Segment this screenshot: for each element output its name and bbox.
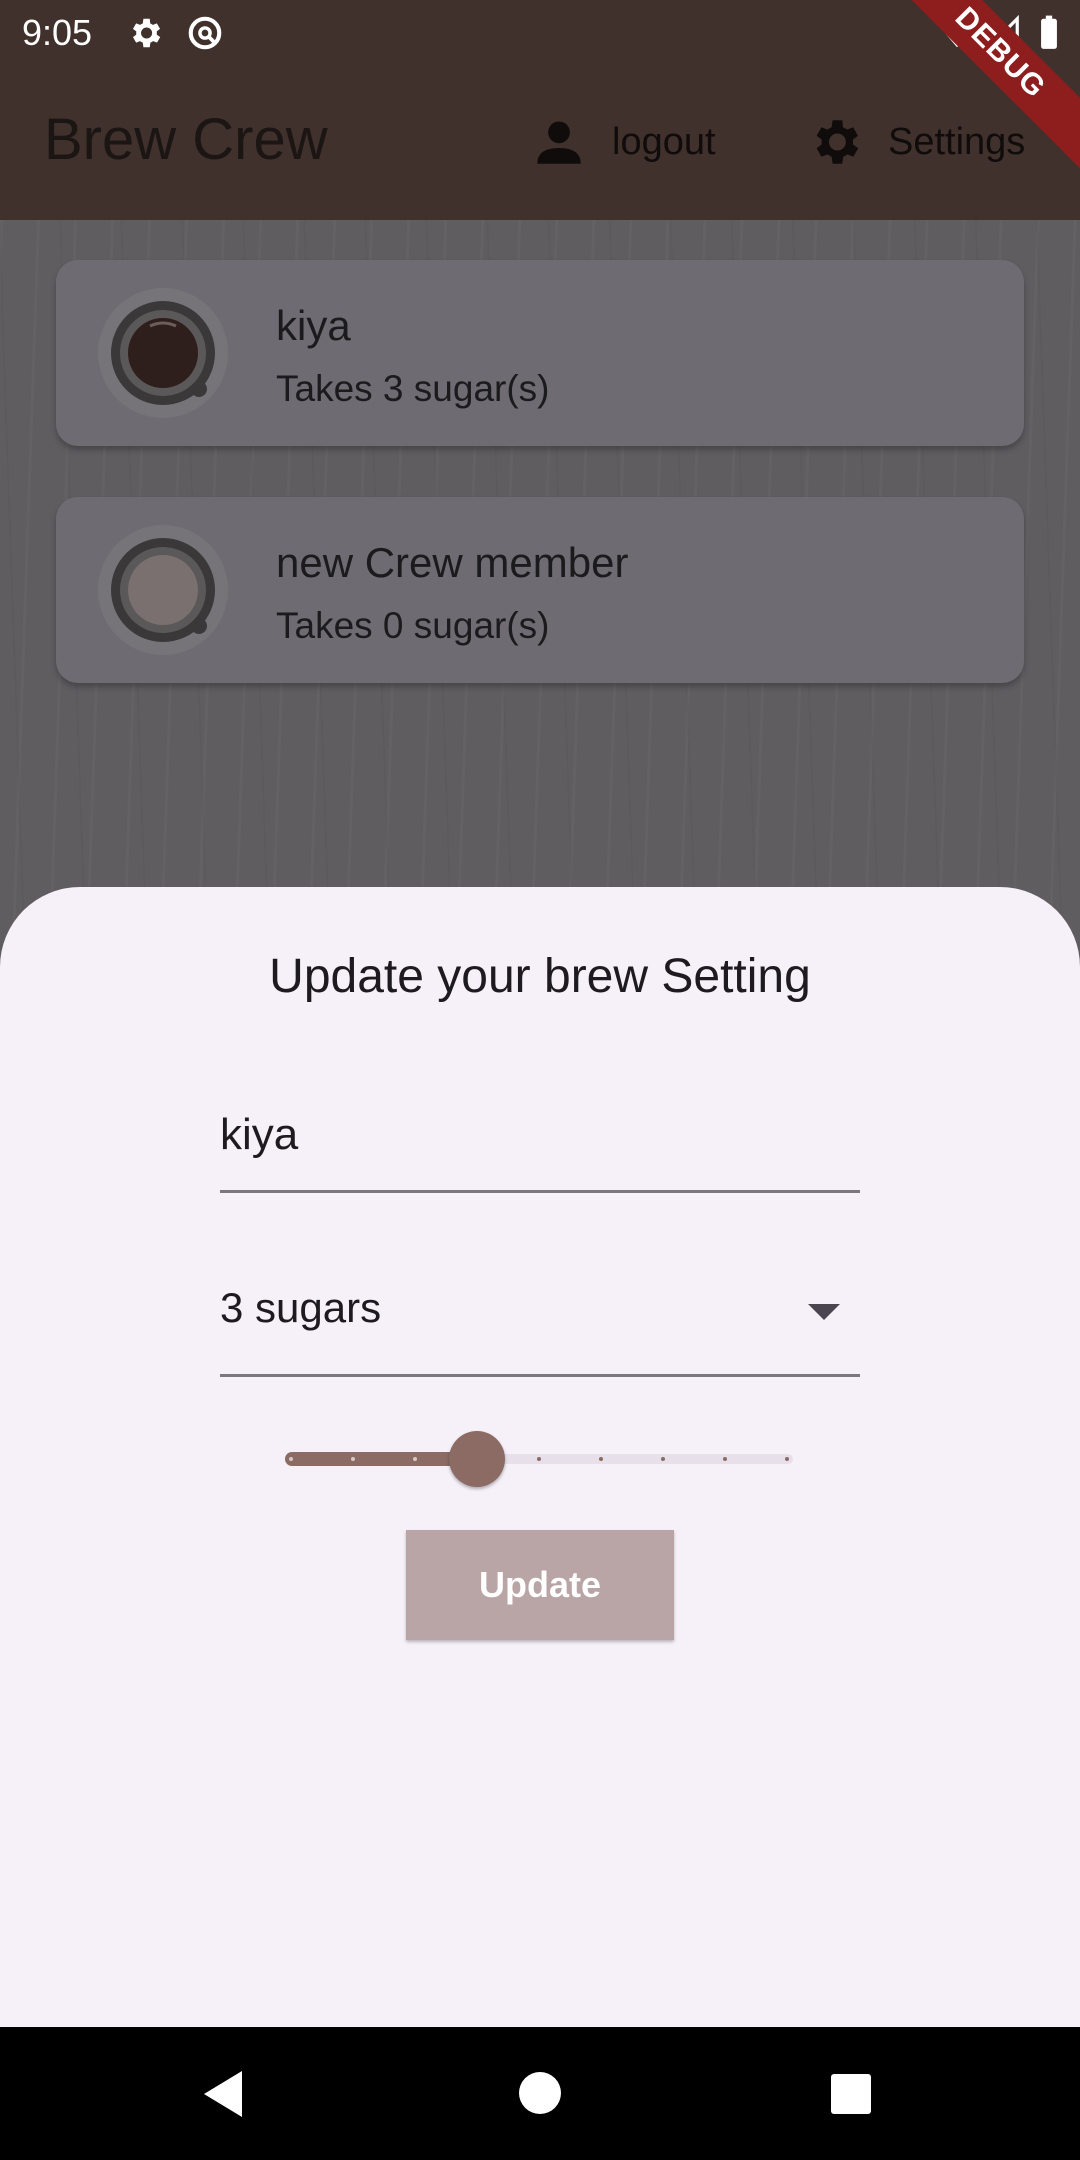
sheet-title: Update your brew Setting xyxy=(269,950,811,1003)
dropdown-arrow-icon xyxy=(808,1304,840,1320)
slider-tick xyxy=(599,1457,603,1461)
name-field-value: kiya xyxy=(220,1110,299,1159)
logout-label: logout xyxy=(612,120,716,163)
battery-icon xyxy=(1041,15,1057,49)
logout-button[interactable]: logout xyxy=(530,112,716,172)
back-icon[interactable] xyxy=(200,2069,246,2119)
slider-tick xyxy=(661,1457,665,1461)
member-name: kiya xyxy=(276,302,351,349)
settings-button[interactable]: Settings xyxy=(806,112,1025,172)
slider-tick xyxy=(537,1457,541,1461)
settings-label: Settings xyxy=(888,120,1026,163)
slider-tick xyxy=(289,1457,293,1461)
slider-tick xyxy=(723,1457,727,1461)
slider-tick xyxy=(413,1457,417,1461)
member-sugars: Takes 3 sugar(s) xyxy=(276,368,550,409)
sugars-dropdown-value: 3 sugars xyxy=(220,1284,382,1331)
coffee-cup-icon xyxy=(111,301,215,405)
sync-status-icon xyxy=(188,16,222,50)
list-item[interactable]: kiya Takes 3 sugar(s) xyxy=(56,260,1024,446)
update-button[interactable]: Update xyxy=(406,1530,674,1640)
app-bar: Brew Crew logout Settings xyxy=(0,66,1080,220)
name-field[interactable]: kiya xyxy=(220,1110,860,1193)
home-icon[interactable] xyxy=(518,2071,562,2115)
sugars-dropdown[interactable]: 3 sugars xyxy=(220,1282,860,1377)
settings-bottom-sheet: Update your brew Setting kiya 3 sugars U… xyxy=(0,887,1080,2027)
gear-icon xyxy=(816,120,859,164)
list-item[interactable]: new Crew member Takes 0 sugar(s) xyxy=(56,497,1024,683)
coffee-avatar xyxy=(98,525,228,655)
slider-tick xyxy=(785,1457,789,1461)
slider-thumb[interactable] xyxy=(449,1431,505,1487)
navigation-bar xyxy=(0,2027,1080,2160)
app-title: Brew Crew xyxy=(44,107,328,172)
recents-icon[interactable] xyxy=(830,2073,872,2115)
strength-slider[interactable] xyxy=(285,1430,793,1487)
coffee-avatar xyxy=(98,288,228,418)
settings-status-icon xyxy=(132,18,161,48)
member-name: new Crew member xyxy=(276,539,629,586)
coffee-cup-icon xyxy=(111,538,215,642)
status-time: 9:05 xyxy=(22,12,93,53)
person-icon xyxy=(537,121,581,164)
status-bar: 9:05 xyxy=(0,0,1080,66)
member-sugars: Takes 0 sugar(s) xyxy=(276,605,550,646)
slider-tick xyxy=(351,1457,355,1461)
